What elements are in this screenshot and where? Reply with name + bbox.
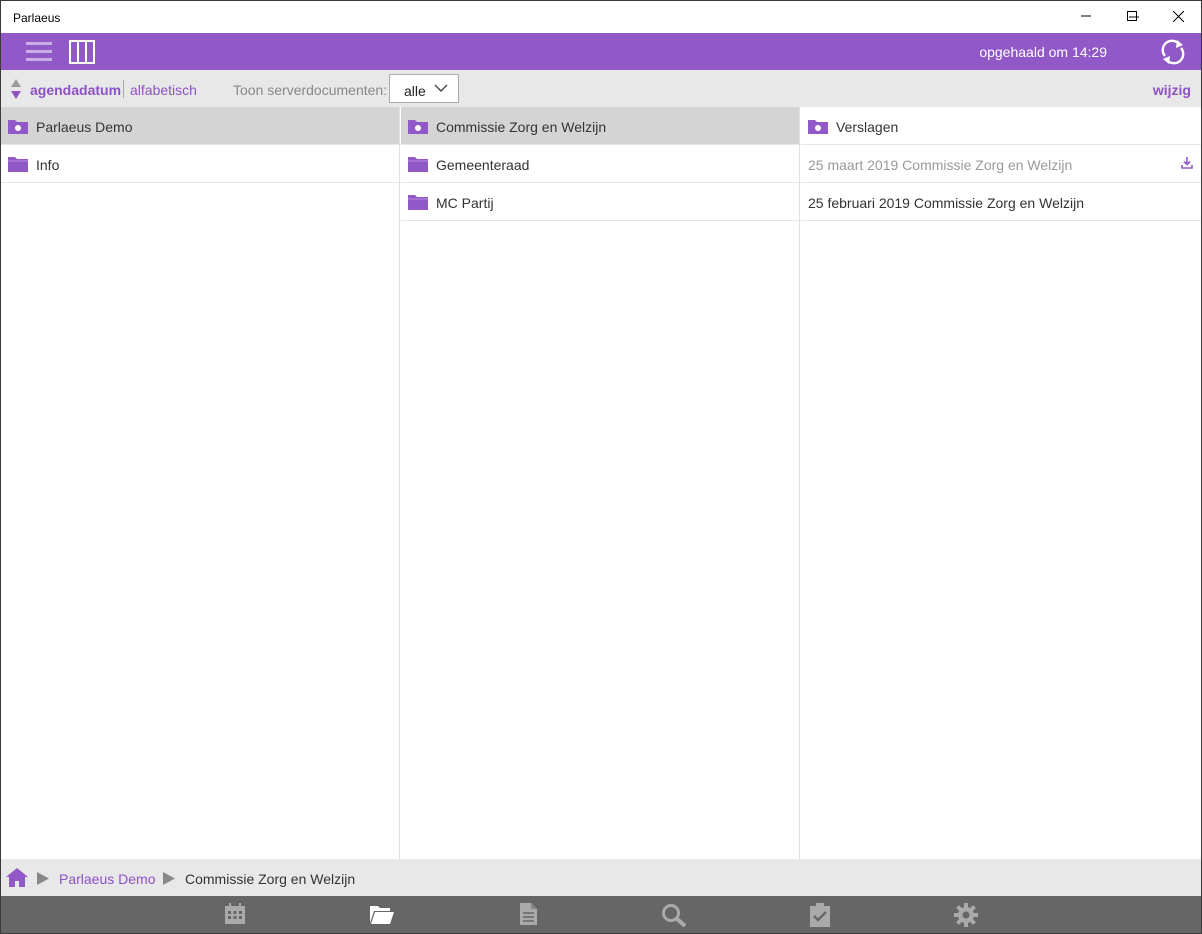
folder-label: Verslagen (836, 119, 899, 135)
close-icon (1172, 10, 1184, 22)
clipboard-check-icon[interactable] (809, 903, 831, 927)
calendar-icon[interactable] (224, 903, 246, 925)
folder-row-verslagen[interactable]: Verslagen (801, 107, 1201, 145)
window-titlebar: Parlaeus (0, 0, 1202, 33)
maximize-button[interactable] (1109, 0, 1155, 32)
sort-toolbar: agendadatum alfabetisch Toon serverdocum… (1, 70, 1201, 107)
folder-open-icon[interactable] (369, 903, 395, 925)
folder-label: Parlaeus Demo (36, 119, 133, 135)
folder-row-gemeenteraad[interactable]: Gemeenteraad (401, 145, 799, 183)
chevron-down-icon (434, 84, 448, 92)
window-title: Parlaeus (13, 11, 61, 25)
hamburger-menu-icon[interactable] (26, 40, 52, 64)
breadcrumb-arrow-icon (163, 872, 175, 885)
minimize-icon (1081, 15, 1091, 17)
column-view-icon[interactable] (69, 40, 95, 64)
edit-link[interactable]: wijzig (1153, 82, 1191, 98)
server-documents-select[interactable]: alle (389, 74, 459, 103)
folder-icon (408, 195, 428, 210)
breadcrumb: Parlaeus Demo Commissie Zorg en Welzijn (1, 859, 1201, 896)
server-documents-value: alle (404, 83, 426, 99)
window-border (0, 33, 1, 934)
settings-gear-icon[interactable] (954, 903, 978, 927)
folder-row-parlaeus-demo[interactable]: Parlaeus Demo (1, 107, 399, 145)
minimize-button[interactable] (1063, 0, 1109, 32)
sort-order-icon[interactable] (10, 79, 22, 99)
document-label: 25 maart 2019 Commissie Zorg en Welzijn (808, 157, 1073, 173)
breadcrumb-link[interactable]: Parlaeus Demo (59, 871, 156, 887)
folder-icon (408, 157, 428, 172)
folder-special-icon (808, 120, 828, 134)
folder-label: Commissie Zorg en Welzijn (436, 119, 607, 135)
folder-label: MC Partij (436, 195, 494, 211)
folder-column-1: Parlaeus Demo Info (1, 107, 400, 859)
maximize-icon (1127, 11, 1137, 21)
breadcrumb-current: Commissie Zorg en Welzijn (185, 871, 356, 887)
document-icon[interactable] (517, 903, 539, 925)
app-header: opgehaald om 14:29 (1, 33, 1201, 70)
document-label: 25 februari 2019 Commissie Zorg en Welzi… (808, 195, 1084, 211)
folder-label: Gemeenteraad (436, 157, 530, 173)
document-row-25-maart[interactable]: 25 maart 2019 Commissie Zorg en Welzijn (801, 145, 1201, 183)
sync-icon[interactable] (1159, 38, 1187, 66)
folder-row-mc-partij[interactable]: MC Partij (401, 183, 799, 221)
folder-row-commissie[interactable]: Commissie Zorg en Welzijn (401, 107, 799, 145)
sync-status: opgehaald om 14:29 (979, 44, 1107, 60)
home-icon[interactable] (6, 868, 28, 887)
download-icon[interactable] (1181, 157, 1193, 169)
folder-special-icon (8, 120, 28, 134)
bottom-navigation (1, 896, 1201, 933)
sort-by-alfabetisch[interactable]: alfabetisch (130, 82, 197, 98)
close-button[interactable] (1155, 0, 1201, 32)
folder-label: Info (36, 157, 60, 173)
search-icon[interactable] (661, 903, 687, 927)
folder-icon (8, 157, 28, 172)
sort-by-agendadatum[interactable]: agendadatum (30, 82, 121, 98)
folder-column-2: Commissie Zorg en Welzijn Gemeenteraad M… (401, 107, 800, 859)
folder-row-info[interactable]: Info (1, 145, 399, 183)
folder-column-3: Verslagen 25 maart 2019 Commissie Zorg e… (801, 107, 1201, 859)
sort-separator (123, 80, 124, 98)
document-row-25-februari[interactable]: 25 februari 2019 Commissie Zorg en Welzi… (801, 183, 1201, 221)
folder-special-icon (408, 120, 428, 134)
server-documents-label: Toon serverdocumenten: (233, 82, 388, 98)
breadcrumb-arrow-icon (37, 872, 49, 885)
